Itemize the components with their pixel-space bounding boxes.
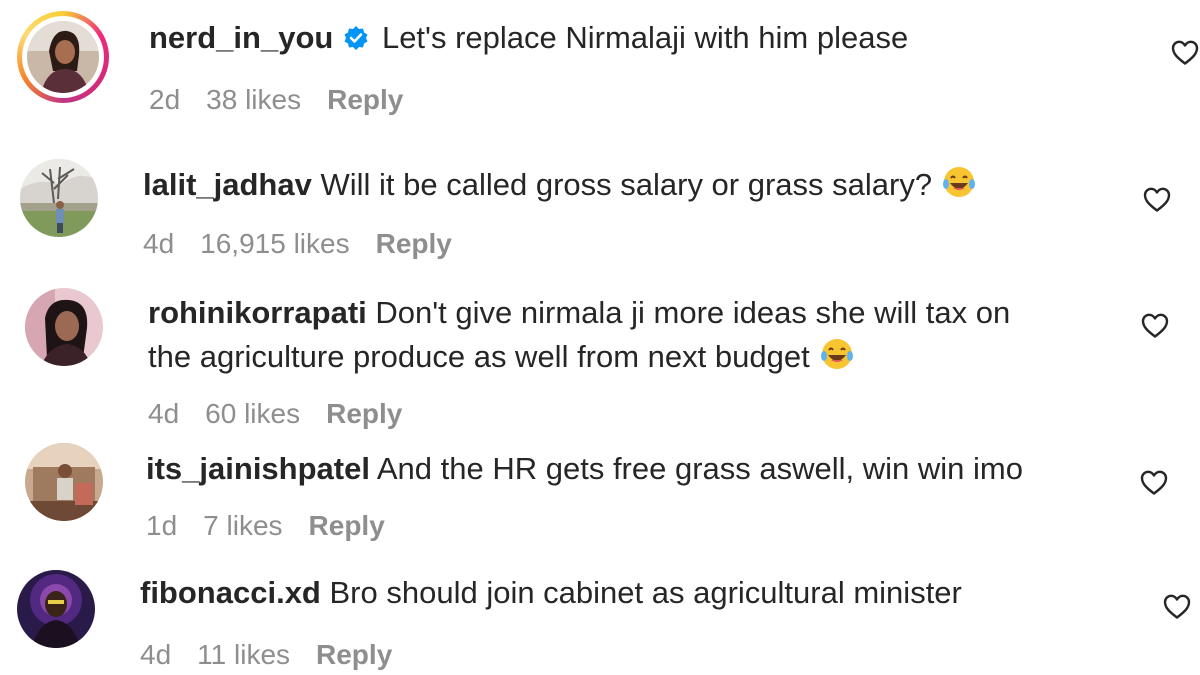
heart-outline-icon[interactable] [1170,38,1200,66]
laughing-tears-emoji [942,165,976,211]
avatar-story-ring[interactable] [17,11,109,103]
comment-username[interactable]: rohinikorrapati [148,295,367,330]
comment-text: fibonacci.xd Bro should join cabinet as … [140,571,962,615]
comment-text: nerd_in_you Let's replace Nirmalaji with… [149,16,908,63]
comment-time[interactable]: 4d [143,228,174,259]
comment-likes[interactable]: 38 likes [206,84,301,115]
comment-meta: 4d 11 likes Reply [140,639,418,671]
comment-time[interactable]: 4d [148,398,179,429]
comment-username[interactable]: fibonacci.xd [140,575,321,610]
comment-time[interactable]: 1d [146,510,177,541]
comment-text: lalit_jadhav Will it be called gross sal… [143,163,976,211]
avatar[interactable] [25,443,103,521]
reply-button[interactable]: Reply [327,84,403,115]
heart-outline-icon[interactable] [1142,185,1172,213]
comment-likes[interactable]: 11 likes [197,639,290,670]
comment-item: lalit_jadhav Will it be called gross sal… [0,135,1200,280]
avatar[interactable] [17,570,95,648]
comment-body: And the HR gets free grass aswell, win w… [376,451,1023,486]
comment-likes[interactable]: 60 likes [205,398,300,429]
comment-meta: 1d 7 likes Reply [146,510,411,542]
comment-body: Let's replace Nirmalaji with him please [381,20,909,55]
avatar[interactable] [20,159,98,237]
heart-outline-icon[interactable] [1139,468,1169,496]
laughing-tears-emoji [820,337,854,383]
comment-meta: 4d 16,915 likes Reply [143,228,478,260]
comment-text: its_jainishpatel And the HR gets free gr… [146,447,1023,491]
comment-item: its_jainishpatel And the HR gets free gr… [0,435,1200,560]
comment-username[interactable]: lalit_jadhav [143,167,312,202]
comment-username[interactable]: its_jainishpatel [146,451,370,486]
comment-meta: 2d 38 likes Reply [149,84,429,116]
comment-likes[interactable]: 16,915 likes [200,228,349,259]
comment-time[interactable]: 2d [149,84,180,115]
comment-item: nerd_in_you Let's replace Nirmalaji with… [0,0,1200,135]
comment-item: rohinikorrapati Don't give nirmala ji mo… [0,280,1200,435]
comment-item: fibonacci.xd Bro should join cabinet as … [0,560,1200,675]
comment-body-line2: the agriculture produce as well from nex… [148,339,810,374]
comment-body: Will it be called gross salary or grass … [320,167,933,202]
reply-button[interactable]: Reply [326,398,402,429]
reply-button[interactable]: Reply [376,228,452,259]
reply-button[interactable]: Reply [309,510,385,541]
comment-text: rohinikorrapati Don't give nirmala ji mo… [148,291,1108,383]
heart-outline-icon[interactable] [1162,592,1192,620]
heart-outline-icon[interactable] [1140,311,1170,339]
avatar[interactable] [25,288,103,366]
comment-body-line1: Don't give nirmala ji more ideas she wil… [375,295,1011,330]
verified-badge-icon [343,19,369,63]
reply-button[interactable]: Reply [316,639,392,670]
comment-time[interactable]: 4d [140,639,171,670]
avatar [27,21,99,93]
comment-username[interactable]: nerd_in_you [149,20,333,55]
comment-likes[interactable]: 7 likes [203,510,282,541]
comment-body: Bro should join cabinet as agricultural … [329,575,962,610]
comment-meta: 4d 60 likes Reply [148,398,428,430]
